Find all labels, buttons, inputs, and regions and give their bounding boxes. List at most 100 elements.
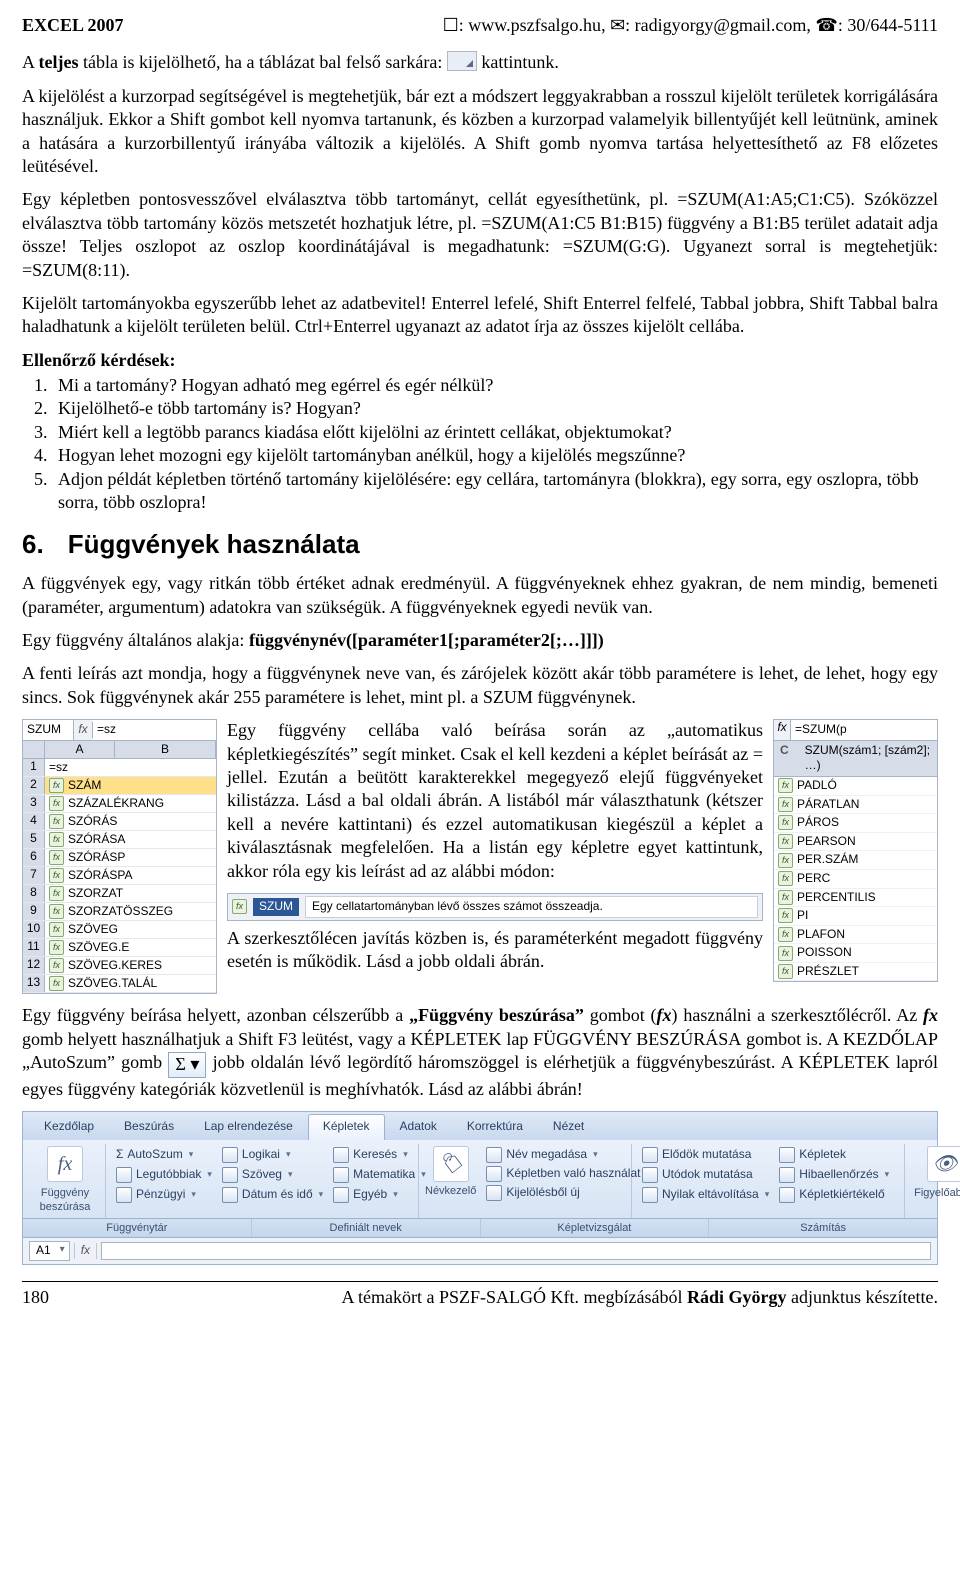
ribbon-group-insert-function: fx Függvénybeszúrása xyxy=(25,1144,106,1219)
tab-view[interactable]: Nézet xyxy=(538,1114,599,1140)
name-manager-button[interactable]: 🏷 xyxy=(433,1146,469,1182)
function-icon: fx xyxy=(232,899,247,914)
tag-icon xyxy=(486,1147,502,1163)
define-name-button[interactable]: Név megadása▾ xyxy=(482,1146,601,1164)
text-button[interactable]: Szöveg▾ xyxy=(218,1166,327,1184)
suggest-item[interactable]: fxSZORZATÖSSZEG xyxy=(45,903,216,920)
suggest-item[interactable]: fxPRÉSZLET xyxy=(774,963,937,982)
logical-icon xyxy=(222,1147,238,1163)
suggest-item[interactable]: fxSZÖVEG.TALÁL xyxy=(45,975,216,992)
formula-bar[interactable]: =sz xyxy=(93,720,216,740)
suggest-item[interactable]: fxSZÁM xyxy=(45,777,216,794)
insert-function-button[interactable]: fx xyxy=(47,1146,83,1182)
tooltip-name: SZUM xyxy=(253,898,299,916)
section-heading: 6. Függvények használata xyxy=(22,528,938,562)
tab-home[interactable]: Kezdőlap xyxy=(29,1114,109,1140)
remove-arrows-icon xyxy=(642,1187,658,1203)
name-box[interactable]: A1 xyxy=(29,1241,70,1261)
tooltip-text: Egy cellatartományban lévő összes számot… xyxy=(305,896,758,918)
suggest-item[interactable]: fxPLAFON xyxy=(774,926,937,945)
ribbon-group-labels: Függvénytár Definiált nevek Képletvizsgá… xyxy=(23,1218,937,1237)
suggest-item[interactable]: fxPERC xyxy=(774,870,937,889)
suggest-item[interactable]: fxSZÁZALÉKRANG xyxy=(45,795,216,812)
suggest-item[interactable]: fxSZÓRÁSA xyxy=(45,831,216,848)
ribbon-group-function-library: ΣAutoSzum▾ Logikai▾ Keresés▾ Legutóbbiak… xyxy=(106,1144,419,1219)
fx-icon[interactable]: fx xyxy=(74,1243,97,1259)
suggest-item[interactable]: fxPÁROS xyxy=(774,814,937,833)
tab-formulas[interactable]: Képletek xyxy=(308,1114,385,1140)
suggest-item[interactable]: fxPEARSON xyxy=(774,833,937,852)
para-insert-function: Egy függvény beírása helyett, azonban cé… xyxy=(22,1004,938,1101)
footer-text: A témakört a PSZF-SALGÓ Kft. megbízásábó… xyxy=(342,1286,938,1309)
financial-button[interactable]: Pénzügyi▾ xyxy=(112,1186,216,1204)
col-header[interactable]: A xyxy=(45,741,115,759)
math-icon xyxy=(333,1167,349,1183)
suggest-item[interactable]: fxPADLÓ xyxy=(774,777,937,796)
question-item: Mi a tartomány? Hogyan adható meg egérre… xyxy=(52,374,938,397)
fx-icon[interactable]: fx xyxy=(774,720,791,740)
suggest-item[interactable]: fxPERCENTILIS xyxy=(774,889,937,908)
suggest-item[interactable]: fxSZORZAT xyxy=(45,885,216,902)
para-func-intro: A függvények egy, vagy ritkán több érték… xyxy=(22,572,938,619)
autosum-sigma-icon: Σ ▾ xyxy=(168,1052,206,1077)
para-kurzorpad: A kijelölést a kurzorpad segítségével is… xyxy=(22,85,938,179)
suggest-item[interactable]: fxSZÖVEG.E xyxy=(45,939,216,956)
grid-icon xyxy=(486,1185,502,1201)
show-formulas-icon xyxy=(779,1147,795,1163)
suggest-item[interactable]: fxSZÖVEG xyxy=(45,921,216,938)
error-check-button[interactable]: Hibaellenőrzés▾ xyxy=(775,1166,898,1184)
name-box[interactable]: SZUM xyxy=(23,720,74,740)
para-data-entry: Kijelölt tartományokba egyszerűbb lehet … xyxy=(22,292,938,339)
lookup-icon xyxy=(333,1147,349,1163)
create-from-selection-button[interactable]: Kijelölésből új xyxy=(482,1184,583,1202)
fx-small-icon xyxy=(486,1166,502,1182)
ribbon-tabs: Kezdőlap Beszúrás Lap elrendezése Képlet… xyxy=(23,1112,937,1140)
fx-icon[interactable]: fx xyxy=(74,722,93,738)
ribbon-group-watch: 👁 Figyelőablak xyxy=(905,1144,960,1219)
watch-window-button[interactable]: 👁 xyxy=(927,1146,960,1182)
function-icon: fx xyxy=(49,778,64,793)
para-select-all: A teljes tábla is kijelölhető, ha a tábl… xyxy=(22,51,938,74)
suggest-item[interactable]: fxSZÓRÁSP xyxy=(45,849,216,866)
autosum-button[interactable]: ΣAutoSzum▾ xyxy=(112,1146,216,1164)
date-button[interactable]: Dátum és idő▾ xyxy=(218,1186,327,1204)
suggest-item[interactable]: fxPI xyxy=(774,907,937,926)
ribbon-group-defined-names: 🏷 Névkezelő Név megadása▾ Képletben való… xyxy=(419,1144,632,1219)
tab-layout[interactable]: Lap elrendezése xyxy=(189,1114,308,1140)
suggest-item[interactable]: fxPÁRATLAN xyxy=(774,796,937,815)
questions-title: Ellenőrző kérdések: xyxy=(22,350,175,370)
suggest-item[interactable]: fxSZÓRÁS xyxy=(45,813,216,830)
text-icon xyxy=(222,1167,238,1183)
use-in-formula-button[interactable]: Képletben való használat▾ xyxy=(482,1165,655,1183)
suggest-item[interactable]: fxPER.SZÁM xyxy=(774,851,937,870)
show-formulas-button[interactable]: Képletek xyxy=(775,1146,898,1164)
trace-dependents-button[interactable]: Utódok mutatása xyxy=(638,1166,773,1184)
logical-button[interactable]: Logikai▾ xyxy=(218,1146,327,1164)
para-ranges: Egy képletben pontosvesszővel elválasztv… xyxy=(22,188,938,282)
tab-review[interactable]: Korrektúra xyxy=(452,1114,538,1140)
cell[interactable]: =sz xyxy=(45,759,216,776)
suggest-item[interactable]: fxSZÖVEG.KERES xyxy=(45,957,216,974)
calendar-icon xyxy=(222,1187,238,1203)
star-icon xyxy=(116,1167,132,1183)
formula-bar[interactable] xyxy=(101,1242,931,1260)
trace-precedents-button[interactable]: Elődök mutatása xyxy=(638,1146,773,1164)
arg-hint: SZUM(szám1; [szám2]; …) xyxy=(805,743,931,774)
autocomplete-right-figure: fx =SZUM(p C SZUM(szám1; [szám2]; …) fxP… xyxy=(773,719,938,982)
col-header[interactable]: B xyxy=(115,741,216,759)
remove-arrows-button[interactable]: Nyilak eltávolítása▾ xyxy=(638,1186,773,1204)
recent-button[interactable]: Legutóbbiak▾ xyxy=(112,1166,216,1184)
suggest-item[interactable]: fxSZÓRÁSPA xyxy=(45,867,216,884)
suggest-item[interactable]: fxPOISSON xyxy=(774,944,937,963)
more-button[interactable]: Egyéb▾ xyxy=(329,1186,430,1204)
lookup-button[interactable]: Keresés▾ xyxy=(329,1146,430,1164)
question-item: Miért kell a legtöbb parancs kiadása elő… xyxy=(52,421,938,444)
formula-bar[interactable]: =SZUM(p xyxy=(791,720,937,740)
autocomplete-left-figure: SZUM fx =sz A B 1=sz 2fxSZÁM 3fxSZÁZALÉK… xyxy=(22,719,217,994)
math-button[interactable]: Matematika▾ xyxy=(329,1166,430,1184)
questions-list: Mi a tartomány? Hogyan adható meg egérre… xyxy=(22,374,938,514)
evaluate-formula-button[interactable]: Képletkiértékelő xyxy=(775,1186,898,1204)
tab-insert[interactable]: Beszúrás xyxy=(109,1114,189,1140)
tab-data[interactable]: Adatok xyxy=(385,1114,452,1140)
error-icon xyxy=(779,1167,795,1183)
